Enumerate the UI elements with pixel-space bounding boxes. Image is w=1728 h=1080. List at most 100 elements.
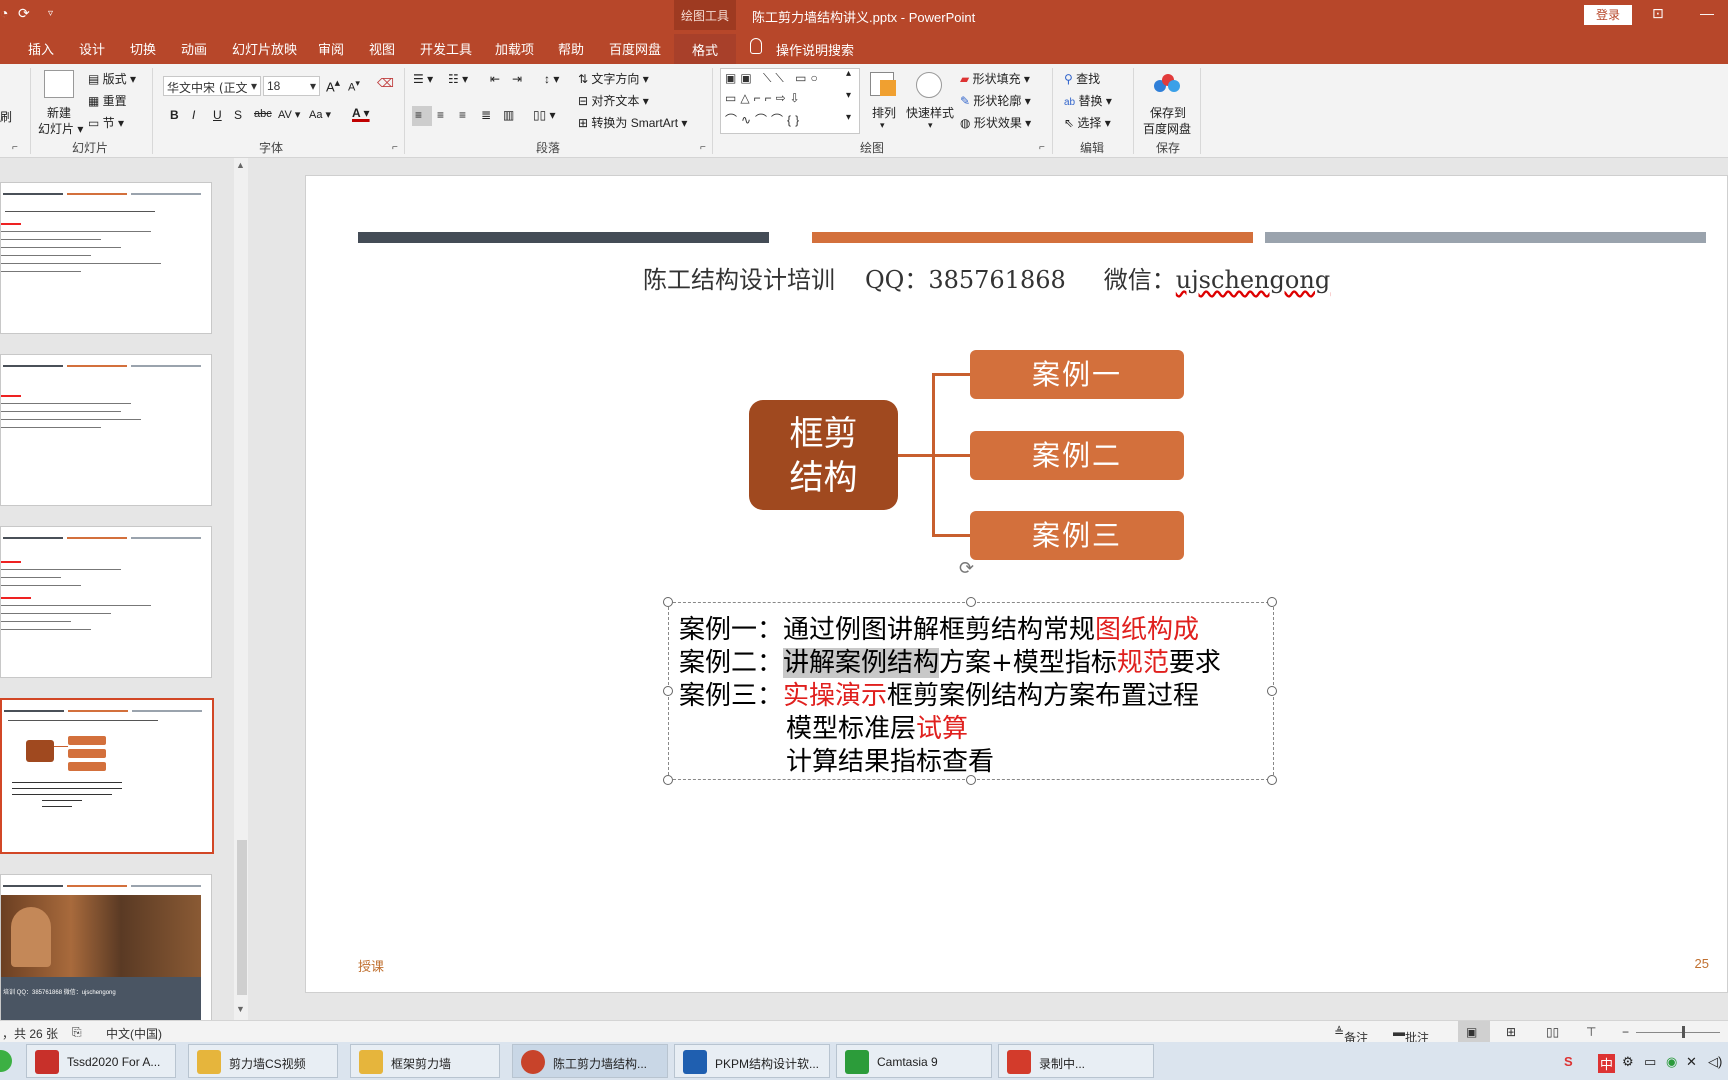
shapes-gallery[interactable]: ▣▣ ⟍⟍ ▭○ ▭△⌐⌐⇨⇩ ⌒∿⌒⌒{}: [720, 68, 860, 134]
shape-fill-button[interactable]: ▰ 形状填充 ▾: [960, 70, 1030, 87]
start-presentation-icon[interactable]: ⟳: [18, 5, 30, 22]
columns-icon[interactable]: ▯▯ ▾: [533, 108, 556, 122]
clear-formatting-icon[interactable]: ⌫: [377, 76, 394, 90]
taskbar-item-tssd[interactable]: Tssd2020 For A...: [26, 1044, 176, 1078]
text-direction-button[interactable]: ⇅ 文字方向 ▾: [578, 70, 649, 87]
tray-settings-icon[interactable]: ⚙: [1622, 1054, 1634, 1070]
tell-me-search[interactable]: 操作说明搜索: [776, 40, 854, 59]
start-icon[interactable]: [0, 1050, 12, 1072]
case-box-1[interactable]: 案例一: [970, 350, 1184, 399]
align-left-icon[interactable]: ≡: [415, 108, 422, 122]
gallery-scroll-up-icon[interactable]: ▴: [846, 68, 851, 79]
slide-thumbnail[interactable]: [0, 354, 212, 506]
zoom-slider[interactable]: [1636, 1032, 1720, 1033]
decrease-indent-icon[interactable]: ⇤: [490, 72, 500, 86]
shape-outline-button[interactable]: ✎ 形状轮廓 ▾: [960, 92, 1031, 109]
tab-design[interactable]: 设计: [79, 39, 105, 58]
font-color-icon[interactable]: A ▾: [352, 106, 370, 120]
underline-icon[interactable]: U: [213, 108, 222, 122]
shrink-font-icon[interactable]: A▾: [348, 78, 360, 94]
tray-volume-icon[interactable]: ◁): [1708, 1054, 1722, 1070]
tray-mic-muted-icon[interactable]: ✕: [1686, 1054, 1697, 1070]
resize-handle[interactable]: [1267, 597, 1277, 607]
section-button[interactable]: ▭ 节 ▾: [88, 114, 124, 131]
normal-view-icon[interactable]: ▣: [1466, 1025, 1477, 1039]
case-box-3[interactable]: 案例三: [970, 511, 1184, 560]
gallery-scroll-down-icon[interactable]: ▾: [846, 90, 851, 101]
taskbar-item-powerpoint[interactable]: 陈工剪力墙结构...: [512, 1044, 668, 1078]
resize-handle[interactable]: [966, 597, 976, 607]
slide-thumbnail[interactable]: [0, 182, 212, 334]
scroll-up-icon[interactable]: ▲: [236, 160, 245, 170]
sogou-ime-icon[interactable]: S: [1564, 1054, 1573, 1069]
increase-indent-icon[interactable]: ⇥: [512, 72, 522, 86]
align-right-icon[interactable]: ≡: [459, 108, 466, 122]
layout-button[interactable]: ▤ 版式 ▾: [88, 70, 136, 87]
tab-review[interactable]: 审阅: [318, 39, 344, 58]
grow-font-icon[interactable]: A▴: [326, 76, 340, 94]
tab-addins[interactable]: 加载项: [495, 39, 534, 58]
language-indicator[interactable]: 中文(中国): [106, 1025, 162, 1042]
shapes-row-1[interactable]: ▣▣ ⟍⟍ ▭○: [725, 71, 822, 86]
resize-handle[interactable]: [1267, 775, 1277, 785]
taskbar-item-recording[interactable]: 录制中...: [998, 1044, 1154, 1078]
font-size-select[interactable]: 18 ▾: [263, 76, 320, 96]
resize-handle[interactable]: [663, 597, 673, 607]
case-box-2[interactable]: 案例二: [970, 431, 1184, 480]
bullets-icon[interactable]: ☰ ▾: [413, 72, 433, 86]
justify-icon[interactable]: ≣: [481, 108, 491, 122]
quick-styles-button-label[interactable]: 快速样式: [906, 104, 954, 121]
scroll-down-icon[interactable]: ▼: [236, 1004, 245, 1014]
taskbar-item-camtasia[interactable]: Camtasia 9: [836, 1044, 992, 1078]
tray-security-icon[interactable]: ◉: [1666, 1054, 1677, 1070]
spellcheck-icon[interactable]: ⎘: [72, 1025, 82, 1040]
font-name-select[interactable]: 华文中宋 (正文 ▾: [163, 76, 261, 96]
quick-access-icon[interactable]: ◔: [0, 5, 8, 21]
ime-mode-indicator[interactable]: 中: [1598, 1054, 1616, 1073]
distributed-icon[interactable]: ▥: [503, 108, 514, 122]
tab-help[interactable]: 帮助: [558, 39, 584, 58]
find-button[interactable]: ⚲ 查找: [1064, 70, 1100, 87]
customize-qa-icon[interactable]: ▿: [48, 8, 53, 19]
dialog-launcher-icon[interactable]: ⌐: [12, 142, 18, 153]
dialog-launcher-icon[interactable]: ⌐: [392, 142, 398, 153]
reset-button[interactable]: ▦ 重置: [88, 92, 127, 109]
selected-text-box[interactable]: 案例一：通过例图讲解框剪结构常规图纸构成 案例二：讲解案例结构方案+模型指标规范…: [663, 597, 1277, 785]
notes-button[interactable]: ≜ 备注: [1334, 1025, 1368, 1045]
resize-handle[interactable]: [1267, 686, 1277, 696]
taskbar-item-pkpm[interactable]: PKPM结构设计软...: [674, 1044, 830, 1078]
zoom-slider-thumb[interactable]: [1682, 1026, 1685, 1038]
shape-effects-button[interactable]: ◍ 形状效果 ▾: [960, 114, 1031, 131]
reading-view-icon[interactable]: ▯▯: [1546, 1025, 1559, 1039]
character-spacing-icon[interactable]: AV ▾: [278, 108, 300, 121]
ribbon-display-options-icon[interactable]: ⊡: [1652, 5, 1664, 22]
tray-network-icon[interactable]: ▭: [1644, 1054, 1656, 1070]
slide-canvas[interactable]: 陈工结构设计培训 QQ：385761868 微信：ujschengong 框剪 结构…: [305, 175, 1728, 993]
minimize-icon[interactable]: —: [1700, 5, 1714, 21]
arrange-button-label[interactable]: 排列: [872, 104, 896, 121]
new-slide-button-label[interactable]: 新建: [47, 104, 71, 121]
slide-sorter-icon[interactable]: ⊞: [1506, 1025, 1516, 1039]
taskbar-item-folder-2[interactable]: 框架剪力墙: [350, 1044, 500, 1078]
arrange-dropdown-icon[interactable]: ▾: [880, 120, 885, 131]
slide-thumbnail[interactable]: 培训 QQ：385761868 微信：ujschengong: [0, 874, 212, 1026]
new-slide-icon[interactable]: [44, 70, 74, 98]
zoom-out-icon[interactable]: −: [1622, 1025, 1629, 1039]
comments-button[interactable]: ▬ 批注: [1393, 1025, 1429, 1045]
scrollbar-thumb[interactable]: [237, 840, 247, 995]
tab-developer[interactable]: 开发工具: [420, 39, 472, 58]
quick-styles-icon[interactable]: [916, 72, 942, 98]
tab-insert[interactable]: 插入: [28, 39, 54, 58]
quick-styles-dropdown-icon[interactable]: ▾: [928, 120, 933, 131]
baidu-netdisk-icon[interactable]: [1152, 72, 1182, 94]
taskbar-item-folder-1[interactable]: 剪力墙CS视频: [188, 1044, 338, 1078]
slide-thumbnail-current[interactable]: [0, 698, 214, 854]
bold-icon[interactable]: B: [170, 108, 179, 122]
convert-smartart-button[interactable]: ⊞ 转换为 SmartArt ▾: [578, 114, 687, 131]
strikethrough-icon[interactable]: abc: [254, 108, 272, 120]
save-to-baidu-label-2[interactable]: 百度网盘: [1143, 120, 1191, 137]
tab-transitions[interactable]: 切换: [130, 39, 156, 58]
save-to-baidu-label-1[interactable]: 保存到: [1150, 104, 1186, 121]
replace-button[interactable]: ab 替换 ▾: [1064, 92, 1112, 109]
tab-view[interactable]: 视图: [369, 39, 395, 58]
